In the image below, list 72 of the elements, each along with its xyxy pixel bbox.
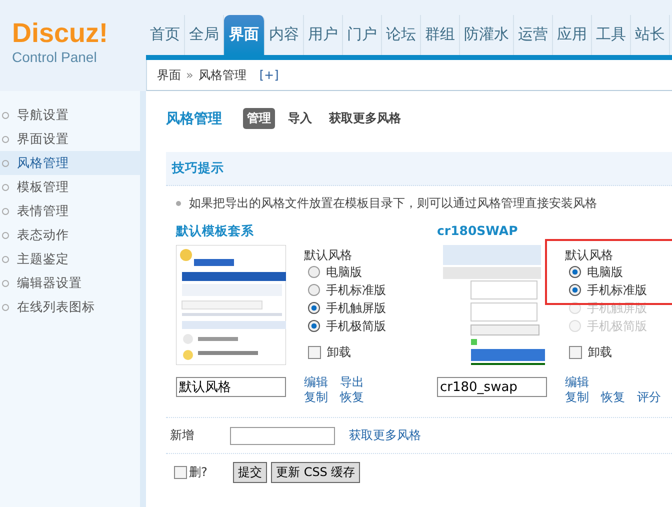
action-link[interactable]: 复制 [565, 390, 589, 405]
new-style-field[interactable] [230, 426, 335, 444]
page-tab[interactable]: 获取更多风格 [325, 108, 405, 129]
action-link[interactable]: 评分 [637, 390, 661, 405]
style-name-field[interactable]: cr180_swap [437, 377, 547, 397]
sidebar-item[interactable]: 界面设置 [0, 127, 140, 151]
radio-button[interactable] [569, 266, 581, 278]
nav-tab[interactable]: 工具 [592, 15, 631, 55]
get-more-styles-link[interactable]: 获取更多风格 [349, 427, 421, 444]
sidebar-item[interactable]: 模板管理 [0, 175, 140, 199]
radio-button[interactable] [308, 302, 320, 314]
delete-label: 删? [189, 464, 208, 481]
option-label: 手机极简版 [587, 318, 647, 334]
option-label: 手机极简版 [326, 318, 386, 334]
sidebar-item[interactable]: 风格管理 [0, 151, 140, 175]
submit-button[interactable]: 提交 [233, 462, 267, 483]
tips-header: 技巧提示 [166, 152, 672, 186]
logo-subtitle: Control Panel [12, 48, 98, 66]
option-label: 手机标准版 [326, 282, 386, 298]
default-style-label: 默认风格 [565, 247, 614, 263]
option-label: 电脑版 [587, 264, 623, 280]
nav-tab[interactable]: 论坛 [382, 15, 421, 55]
tip-text: 如果把导出的风格文件放置在模板目录下，则可以通过风格管理直接安装风格 [189, 195, 597, 212]
action-link[interactable]: 编辑 [304, 375, 328, 390]
sidebar-item[interactable]: 编辑器设置 [0, 271, 140, 295]
nav-tab[interactable]: 防灌水 [460, 15, 514, 55]
action-link[interactable]: 导出 [340, 375, 364, 390]
action-link[interactable]: 编辑 [565, 375, 589, 390]
uninstall-label: 卸载 [588, 344, 612, 360]
action-link[interactable]: 复制 [304, 390, 328, 405]
logo-text: Discuz! [12, 18, 110, 48]
action-link[interactable]: 恢复 [340, 390, 364, 405]
option-label: 手机触屏版 [326, 300, 386, 316]
nav-tab[interactable]: 站长 [631, 15, 670, 55]
style-title: cr180SWAP [437, 223, 519, 240]
add-shortcut-link[interactable]: [+] [259, 68, 279, 82]
sidebar-item[interactable]: 主题鉴定 [0, 247, 140, 271]
sidebar-item[interactable]: 表情管理 [0, 199, 140, 223]
add-label: 新增 [170, 427, 195, 444]
style-name-field[interactable]: 默认风格 [176, 377, 286, 397]
sidebar-item[interactable]: 表态动作 [0, 223, 140, 247]
radio-button[interactable] [308, 266, 320, 278]
default-style-label: 默认风格 [304, 247, 353, 263]
page-tab[interactable]: 管理 [243, 108, 275, 129]
breadcrumb-separator: » [186, 68, 194, 82]
option-label: 电脑版 [326, 264, 362, 280]
nav-tab[interactable]: 首页 [146, 15, 185, 55]
page-tab[interactable]: 导入 [284, 108, 316, 129]
bullet-icon [176, 201, 181, 206]
nav-tab[interactable]: 群组 [421, 15, 460, 55]
option-label: 手机标准版 [587, 282, 647, 298]
checkbox[interactable] [569, 346, 582, 358]
breadcrumb-link[interactable]: 界面 [157, 66, 181, 84]
nav-tab[interactable]: 界面 [224, 15, 265, 55]
sidebar-item[interactable]: 导航设置 [0, 103, 140, 127]
action-link[interactable]: 恢复 [601, 390, 625, 405]
radio-button[interactable] [308, 320, 320, 332]
page-title: 风格管理 [166, 110, 222, 128]
nav-tab[interactable]: 门户 [343, 15, 382, 55]
radio-button[interactable] [569, 284, 581, 296]
uninstall-label: 卸载 [327, 344, 351, 360]
radio-button[interactable] [308, 284, 320, 296]
nav-tab[interactable]: 用户 [304, 15, 343, 55]
breadcrumb-link[interactable]: 风格管理 [198, 66, 246, 84]
submit-button[interactable]: 更新 CSS 缓存 [271, 462, 360, 483]
checkbox[interactable] [174, 466, 187, 479]
sidebar-item[interactable]: 在线列表图标 [0, 295, 140, 319]
nav-tab[interactable]: 运营 [514, 15, 553, 55]
nav-tab[interactable]: 内容 [265, 15, 304, 55]
style-title: 默认模板套系 [176, 223, 255, 240]
checkbox[interactable] [308, 346, 321, 358]
nav-tab[interactable]: 应用 [553, 15, 592, 55]
